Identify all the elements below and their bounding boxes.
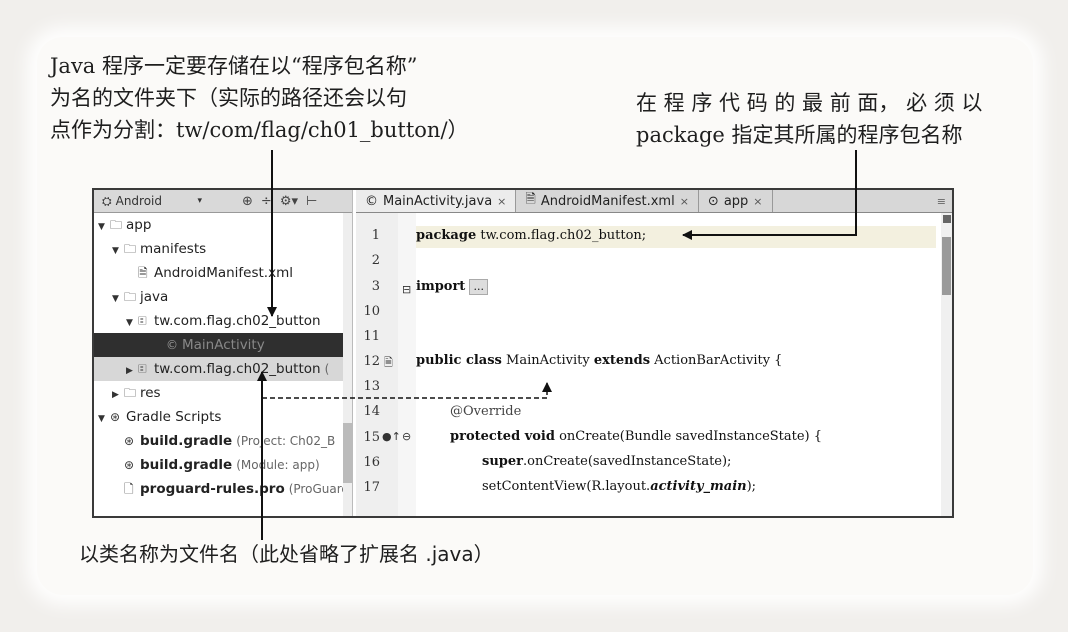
arrow-to-package-line xyxy=(682,150,857,240)
dashed-link-to-class-name xyxy=(262,382,552,399)
annotation-class-filename: 以类名称为文件名（此处省略了扩展名 .java） xyxy=(79,542,494,566)
